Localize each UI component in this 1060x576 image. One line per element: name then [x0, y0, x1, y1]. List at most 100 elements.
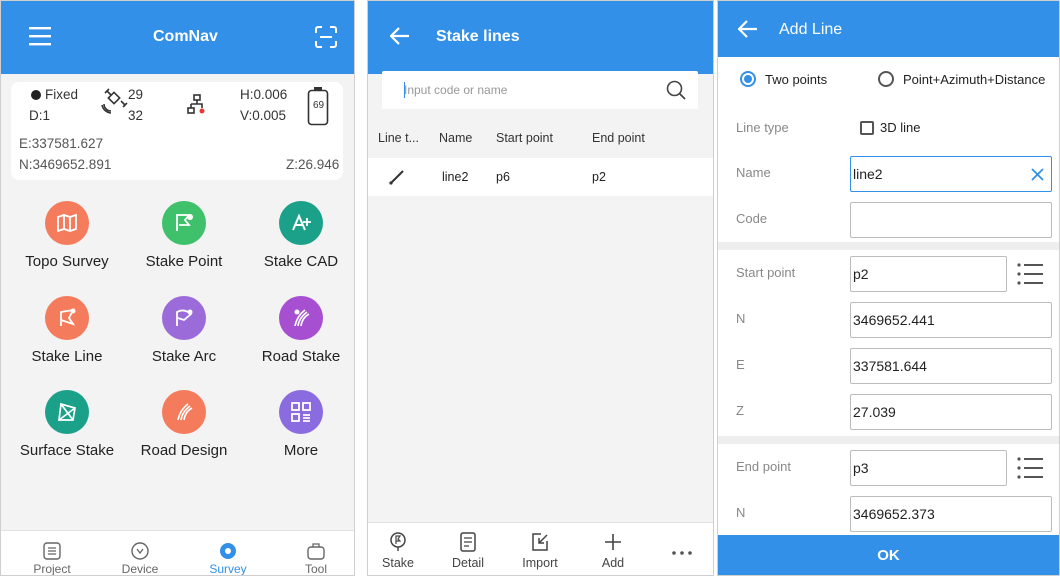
menu-stake-arc[interactable]: Stake Arc — [125, 296, 243, 386]
code-input[interactable] — [850, 202, 1052, 238]
nav-label: Tool — [304, 562, 327, 576]
menu-more[interactable]: More — [242, 390, 354, 480]
start-point-input[interactable] — [850, 256, 1007, 292]
project-icon — [43, 542, 61, 560]
search-input[interactable] — [404, 80, 644, 100]
name-input[interactable] — [850, 156, 1052, 192]
detail-button[interactable]: Detail — [438, 523, 498, 575]
detail-icon — [460, 532, 476, 552]
menu-stake-line[interactable]: Stake Line — [8, 296, 126, 386]
section-divider — [718, 242, 1059, 250]
end-point-input[interactable] — [850, 450, 1007, 486]
point-list-icon[interactable] — [1016, 262, 1044, 286]
menu-label: Stake Arc — [151, 348, 217, 365]
radio-label: Point+Azimuth+Distance — [903, 72, 1046, 87]
map-icon — [45, 201, 89, 245]
column-header[interactable]: Name — [439, 131, 472, 145]
stake-icon — [390, 532, 406, 551]
point-list-icon[interactable] — [1016, 456, 1044, 480]
bottom-nav: Project Device Survey Tool — [1, 530, 354, 576]
h-precision: H:0.006 — [240, 87, 288, 102]
nav-label: Project — [33, 562, 71, 576]
ellipsis-icon[interactable] — [671, 550, 693, 556]
nav-survey[interactable]: Survey — [184, 531, 272, 575]
start-z-row: Z — [718, 388, 1059, 434]
field-label: N — [736, 505, 746, 520]
menu-label: Stake CAD — [263, 253, 339, 270]
menu-road-design[interactable]: Road Design — [125, 390, 243, 480]
stake-line-icon — [45, 296, 89, 340]
field-label: N — [736, 311, 746, 326]
easting-value: E:337581.627 — [19, 136, 104, 151]
nav-device[interactable]: Device — [96, 531, 184, 575]
v-precision: V:0.005 — [240, 108, 287, 123]
radio-point-azimuth-distance[interactable] — [878, 71, 894, 87]
import-button[interactable]: Import — [510, 523, 570, 575]
menu-road-stake[interactable]: Road Stake — [242, 296, 354, 386]
start-e-row: E — [718, 342, 1059, 388]
solution-status: Fixed — [45, 87, 79, 102]
road-icon — [279, 296, 323, 340]
add-button[interactable]: Add — [583, 523, 643, 575]
stake-lines-screen: Stake lines Line t... Name Start point E… — [367, 0, 714, 576]
start-point-row: Start point — [718, 250, 1059, 296]
road-design-icon — [162, 390, 206, 434]
field-label: End point — [736, 459, 791, 474]
menu-label: Stake Point — [145, 253, 223, 270]
clear-icon[interactable] — [1031, 168, 1044, 181]
field-label: Start point — [736, 265, 796, 280]
survey-screen: ComNav Fixed D:1 29 32 H:0.006 V:0.005 6… — [0, 0, 355, 576]
hamburger-icon[interactable] — [29, 26, 51, 46]
stake-arc-icon — [162, 296, 206, 340]
menu-label: Topo Survey — [25, 253, 109, 270]
menu-stake-point[interactable]: Stake Point — [125, 201, 243, 291]
start-northing-input[interactable] — [850, 302, 1052, 338]
radio-label: Two points — [765, 72, 828, 87]
screen-title: Stake lines — [436, 28, 520, 45]
start-elevation-input[interactable] — [850, 394, 1052, 430]
app-bar: Stake lines — [368, 1, 713, 74]
menu-label: Road Design — [140, 442, 228, 459]
menu-surface-stake[interactable]: Surface Stake — [8, 390, 126, 480]
code-row: Code — [718, 196, 1059, 242]
menu-topo-survey[interactable]: Topo Survey — [8, 201, 126, 291]
device-icon — [131, 542, 149, 560]
section-divider — [718, 436, 1059, 444]
scan-icon[interactable] — [315, 26, 337, 48]
toolbar-label: Import — [522, 556, 558, 570]
search-box — [382, 71, 698, 109]
end-northing-input[interactable] — [850, 496, 1052, 532]
diff-age: D:1 — [29, 108, 51, 123]
nav-project[interactable]: Project — [8, 531, 96, 576]
satellites-used: 29 — [128, 87, 144, 102]
line-name: line2 — [442, 170, 469, 184]
nav-tool[interactable]: Tool — [272, 531, 354, 576]
column-header[interactable]: End point — [592, 131, 645, 145]
search-icon[interactable] — [666, 80, 686, 100]
cad-icon — [279, 201, 323, 245]
table-row[interactable]: line2 p6 p2 — [368, 158, 713, 196]
fixed-status-icon — [31, 90, 41, 100]
app-bar: ComNav — [1, 1, 354, 74]
field-label: Name — [736, 165, 771, 180]
column-header[interactable]: Start point — [496, 131, 553, 145]
line-type-row: Line type 3D line — [718, 105, 1059, 151]
menu-stake-cad[interactable]: Stake CAD — [242, 201, 354, 291]
northing-value: N:3469652.891 — [19, 157, 112, 172]
column-header[interactable]: Line t... — [378, 131, 419, 145]
add-line-screen: Add Line Two points Point+Azimuth+Distan… — [717, 0, 1060, 576]
stake-button[interactable]: Stake — [368, 523, 428, 575]
network-icon — [187, 94, 205, 114]
radio-two-points[interactable] — [740, 71, 756, 87]
3d-line-checkbox[interactable] — [860, 121, 874, 135]
tool-icon — [307, 543, 325, 560]
back-arrow-icon[interactable] — [738, 20, 758, 38]
back-arrow-icon[interactable] — [390, 27, 410, 45]
mode-selector: Two points Point+Azimuth+Distance — [718, 57, 1059, 103]
name-row: Name — [718, 150, 1059, 196]
ok-button[interactable]: OK — [718, 535, 1059, 575]
start-easting-input[interactable] — [850, 348, 1052, 384]
start-n-row: N — [718, 296, 1059, 342]
gnss-status-card[interactable]: Fixed D:1 29 32 H:0.006 V:0.005 69 E:337… — [11, 82, 343, 180]
app-bar: Add Line — [718, 1, 1059, 57]
